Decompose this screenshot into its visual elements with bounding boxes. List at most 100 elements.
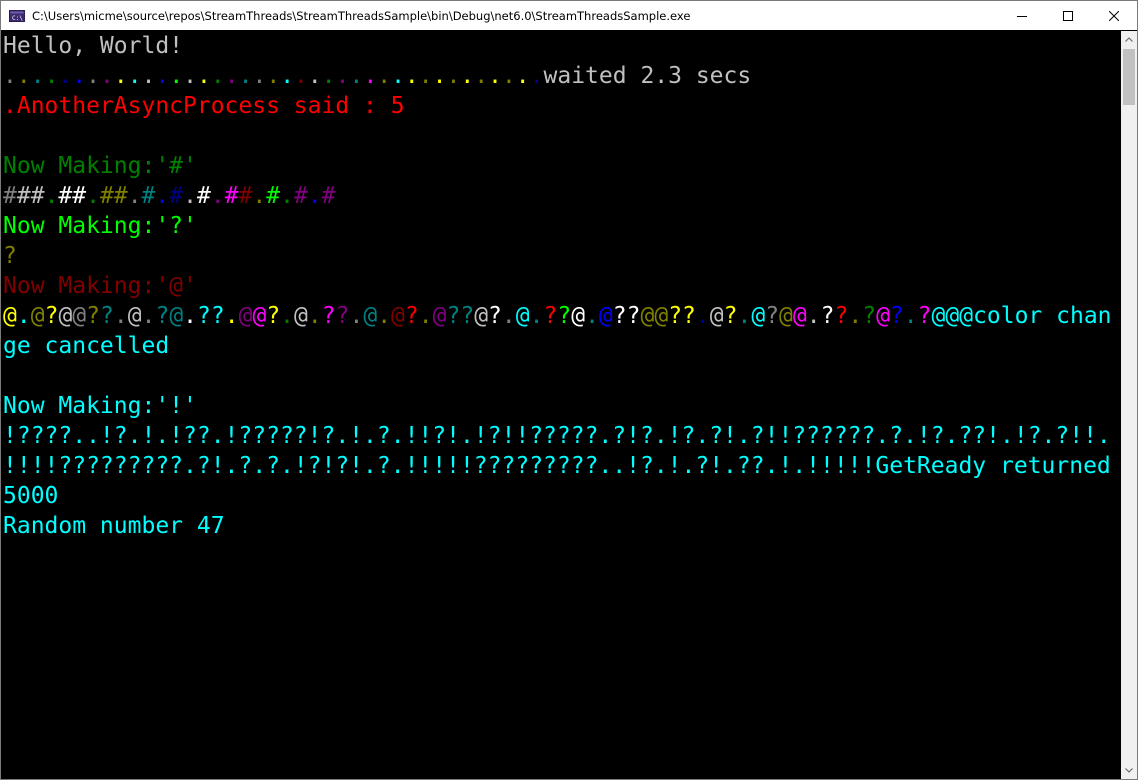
scroll-up-button[interactable] <box>1121 31 1137 48</box>
console-text: . <box>307 63 322 89</box>
console-text: # <box>321 183 336 209</box>
console-text: . <box>16 303 31 329</box>
console-text: # <box>196 183 211 209</box>
close-icon <box>1109 10 1119 21</box>
console-text: ? <box>155 303 170 329</box>
console-line: Now Making:'@' <box>3 271 197 301</box>
console-text: . <box>280 303 295 329</box>
console-line: Random number 47 <box>3 511 225 541</box>
title-bar[interactable]: C:\ C:\Users\micme\source\repos\StreamTh… <box>1 1 1137 30</box>
console-text: . <box>307 183 322 209</box>
console-text: . <box>806 303 821 329</box>
console-text: . <box>377 63 392 89</box>
console-text: ?? <box>668 303 696 329</box>
console-text: . <box>529 63 544 89</box>
console-text: . <box>127 183 142 209</box>
console-text: . <box>280 63 295 89</box>
console-text: @ <box>58 303 73 329</box>
console-text: # <box>294 183 308 209</box>
console-output[interactable]: Hello, World!...........................… <box>1 31 1121 779</box>
console-text: @ <box>792 303 807 329</box>
console-text: @ <box>779 303 793 329</box>
console-text: . <box>349 63 364 89</box>
console-text: ? <box>266 303 281 329</box>
scroll-down-button[interactable] <box>1121 762 1137 779</box>
console-text: . <box>266 63 281 89</box>
console-text: ? <box>820 303 835 329</box>
console-text: . <box>294 63 308 89</box>
console-text: . <box>404 63 419 89</box>
console-text: . <box>44 63 59 89</box>
console-text: @ <box>294 303 308 329</box>
console-text: ? <box>100 303 114 329</box>
console-text: ## <box>16 183 45 209</box>
close-button[interactable] <box>1091 1 1137 30</box>
svg-text:C:\: C:\ <box>12 15 23 22</box>
console-text: . <box>280 183 294 209</box>
console-text: . <box>44 183 59 209</box>
console-line: Hello, World! <box>3 31 183 61</box>
console-window: C:\ C:\Users\micme\source\repos\StreamTh… <box>0 0 1138 780</box>
console-text: @ <box>72 303 87 329</box>
minimize-button[interactable] <box>999 1 1045 30</box>
console-text: . <box>252 63 267 89</box>
console-text: @ <box>474 303 489 329</box>
console-text: . <box>141 303 156 329</box>
console-text: @ <box>127 303 142 329</box>
console-line: 5000 <box>3 481 58 511</box>
console-text: . <box>86 63 101 89</box>
console-line: !!!!?????????.?!.?.?.!?!?!.?.!!!!!??????… <box>3 451 1111 481</box>
console-text: . <box>100 63 114 89</box>
console-text: ? <box>889 303 904 329</box>
console-text: . <box>210 183 225 209</box>
console-text: . <box>695 303 710 329</box>
console-text: . <box>446 63 461 89</box>
console-text: .AnotherAsyncProcess said : 5 <box>3 93 405 119</box>
console-text: . <box>155 63 170 89</box>
minimize-icon <box>1017 15 1027 17</box>
console-text: ? <box>917 303 932 329</box>
console-text: . <box>169 63 184 89</box>
chevron-down-icon <box>1125 768 1133 773</box>
console-text: . <box>224 303 239 329</box>
console-text: . <box>238 63 253 89</box>
console-text: # <box>266 183 281 209</box>
console-text: . <box>501 303 516 329</box>
console-text: . <box>460 63 475 89</box>
console-line: ge cancelled <box>3 331 169 361</box>
console-text: . <box>127 63 142 89</box>
console-text: ? <box>404 303 419 329</box>
console-text: @ <box>432 303 447 329</box>
console-text: . <box>363 63 378 89</box>
console-text: . <box>848 303 863 329</box>
console-text: . <box>113 303 128 329</box>
console-text: @ <box>709 303 724 329</box>
console-text: Random number 47 <box>3 513 225 539</box>
console-text: ? <box>3 243 17 269</box>
console-text: @ <box>751 303 766 329</box>
vertical-scrollbar[interactable] <box>1121 31 1137 779</box>
console-text: ge cancelled <box>3 333 170 359</box>
console-text: . <box>418 63 433 89</box>
console-line: !????..!?.!.!??.!?????!?.!.?.!!?!.!?!!??… <box>3 421 1111 451</box>
console-text: ## <box>58 183 87 209</box>
console-text: @ <box>238 303 253 329</box>
console-text: . <box>16 63 31 89</box>
console-line: @.@?@@??.@.?@.??.@@?.@.??.@.@?.@??@?.@.?… <box>3 301 1112 331</box>
console-text: ? <box>335 303 350 329</box>
console-line: .AnotherAsyncProcess said : 5 <box>3 91 405 121</box>
console-text: ? <box>862 303 877 329</box>
scroll-thumb[interactable] <box>1123 49 1135 105</box>
console-line: ###.##.##.#.#.#.##.#.#.# <box>3 181 336 211</box>
console-text: . <box>515 63 530 89</box>
console-text: @@@color chan <box>931 303 1112 329</box>
console-text: . <box>224 63 239 89</box>
console-text: @@ <box>640 303 669 329</box>
maximize-button[interactable] <box>1045 1 1091 30</box>
console-text: @ <box>598 303 613 329</box>
console-text: . <box>418 303 433 329</box>
console-text: @ <box>169 303 184 329</box>
console-line: Now Making:'?' <box>3 211 197 241</box>
console-text: Now Making:'?' <box>3 213 197 239</box>
console-text: Now Making:'!' <box>3 393 197 419</box>
